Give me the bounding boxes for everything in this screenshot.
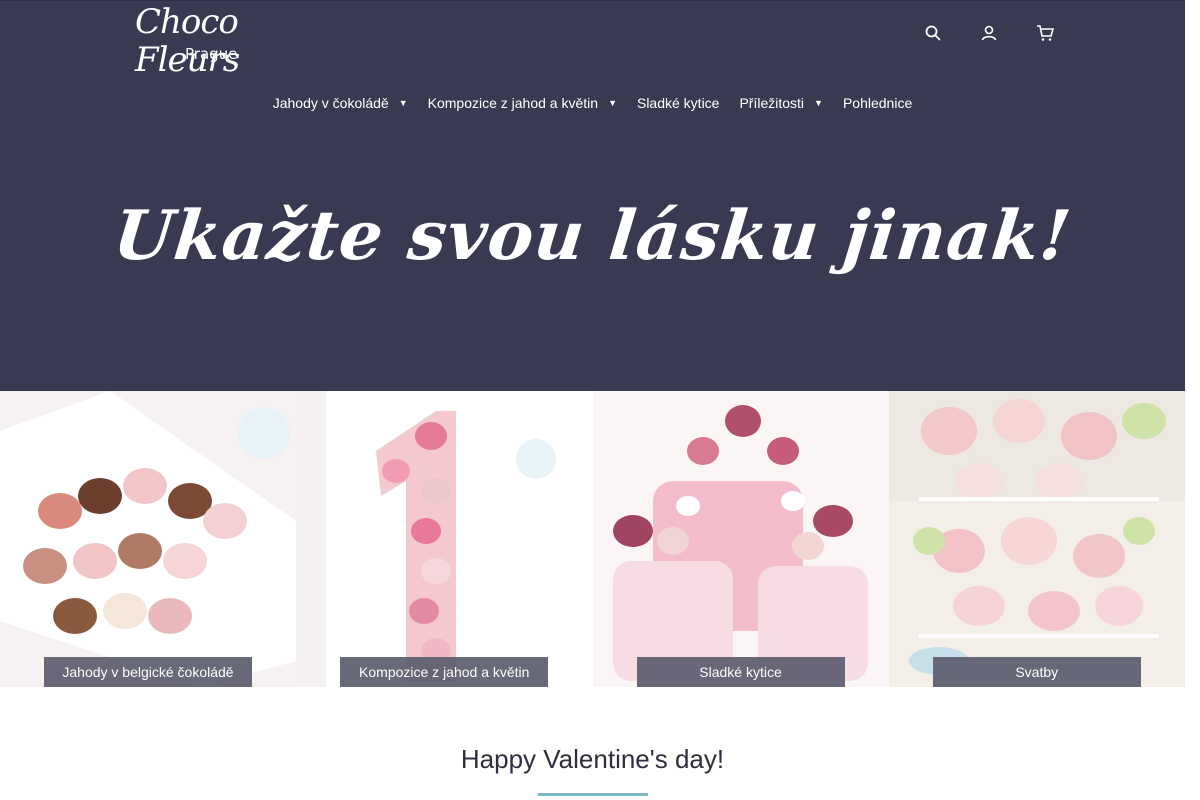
nav-item-label: Pohlednice bbox=[842, 95, 913, 111]
composition-number-image bbox=[296, 391, 593, 687]
tile-label: Svatby bbox=[932, 657, 1141, 687]
hero-headline: Ukažte svou lásku jinak! bbox=[109, 196, 1076, 276]
category-tile-jahody[interactable]: Jahody v belgické čokoládě bbox=[0, 391, 296, 687]
nav-item-label: Kompozice z jahod a květin bbox=[427, 95, 599, 111]
chevron-down-icon: ▼ bbox=[398, 98, 408, 108]
search-icon[interactable] bbox=[923, 23, 943, 43]
nav-item-prilezitosti[interactable]: Příležitosti ▼ bbox=[739, 93, 823, 113]
cart-icon[interactable] bbox=[1035, 23, 1055, 43]
user-icon[interactable] bbox=[979, 23, 999, 43]
nav-item-label: Příležitosti bbox=[739, 95, 805, 111]
chevron-down-icon: ▼ bbox=[608, 98, 617, 108]
nav-item-kompozice[interactable]: Kompozice z jahod a květin ▼ bbox=[428, 93, 617, 113]
sweet-bouquet-image bbox=[592, 391, 889, 687]
nav-item-label: Jahody v čokoládě bbox=[272, 95, 389, 111]
category-tiles: Jahody v belgické čokoládě Kompozice z j… bbox=[0, 391, 1185, 687]
logo-script-text: Choco Fleurs bbox=[135, 2, 240, 80]
logo-city-text: Prague bbox=[185, 45, 238, 63]
section-title: Happy Valentine's day! bbox=[460, 744, 725, 774]
nav-item-label: Sladké kytice bbox=[636, 95, 720, 111]
category-tile-svatby[interactable]: Svatby bbox=[888, 391, 1185, 687]
nav-item-pohlednice[interactable]: Pohlednice bbox=[843, 93, 912, 113]
main-nav: Jahody v čokoládě ▼ Kompozice z jahod a … bbox=[0, 93, 1185, 113]
nav-item-jahody[interactable]: Jahody v čokoládě ▼ bbox=[273, 93, 408, 113]
tile-label: Jahody v belgické čokoládě bbox=[44, 657, 252, 687]
category-tile-sladke-kytice[interactable]: Sladké kytice bbox=[592, 391, 889, 687]
tile-label: Kompozice z jahod a květin bbox=[340, 657, 549, 687]
category-tile-kompozice[interactable]: Kompozice z jahod a květin bbox=[296, 391, 593, 687]
site-header: Choco Fleurs Prague Jahody v čokoládě ▼ … bbox=[0, 0, 1185, 391]
section-title-underline bbox=[538, 793, 648, 796]
nav-item-sladke-kytice[interactable]: Sladké kytice bbox=[637, 93, 719, 113]
wedding-stand-image bbox=[888, 391, 1185, 687]
tile-label: Sladké kytice bbox=[636, 657, 845, 687]
site-logo[interactable]: Choco Fleurs Prague bbox=[135, 3, 295, 79]
strawberries-box-image bbox=[0, 391, 296, 687]
chevron-down-icon: ▼ bbox=[814, 98, 823, 108]
